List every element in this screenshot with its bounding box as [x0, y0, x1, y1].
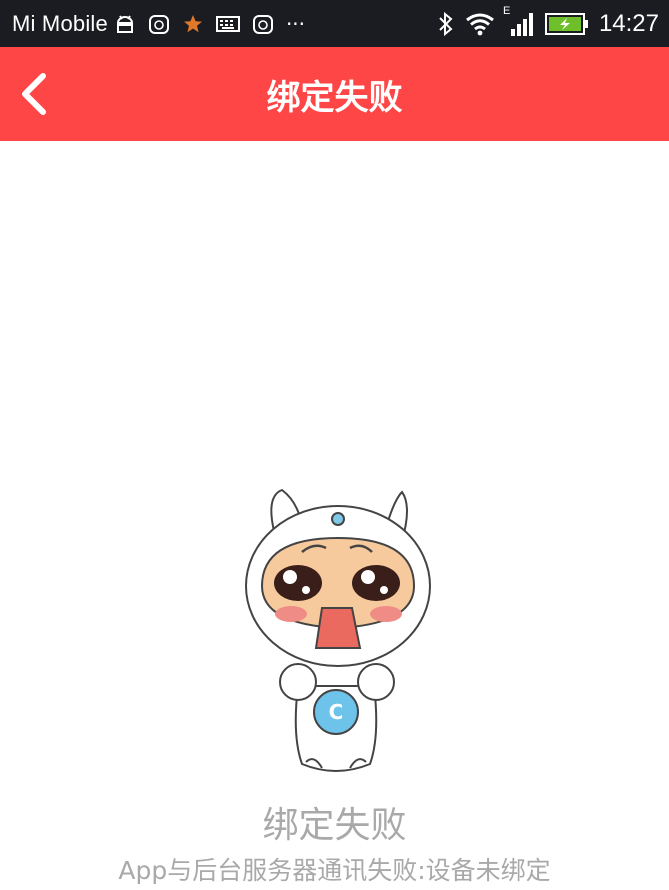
app-bar: 绑定失败 — [0, 47, 669, 141]
main-content: C 绑定失败 App与后台服务器通讯失败:设备未绑定 — [0, 141, 669, 890]
carrier-name: Mi Mobile — [12, 10, 108, 36]
sad-mascot-illustration: C — [236, 486, 436, 776]
star-icon — [182, 13, 204, 35]
huawei-notification-icon — [148, 13, 170, 35]
android-debug-icon — [114, 13, 136, 35]
status-title: 绑定失败 — [262, 805, 407, 846]
network-type-label: E — [502, 4, 511, 17]
wifi-icon — [465, 12, 495, 36]
clock: 14:27 — [598, 9, 659, 37]
back-button[interactable] — [14, 71, 54, 117]
more-icon: ··· — [285, 11, 306, 36]
page-title: 绑定失败 — [266, 77, 403, 118]
mascot-badge-letter: C — [329, 700, 344, 724]
bluetooth-icon — [437, 11, 455, 37]
status-detail: App与后台服务器通讯失败:设备未绑定 — [118, 856, 551, 885]
system-icons: E 14:27 — [437, 5, 659, 38]
signal-icon: E — [503, 5, 535, 37]
keyboard-icon — [215, 14, 240, 34]
huawei-notification-icon — [252, 13, 274, 35]
status-bar: Mi Mobile ··· E 14:27 — [0, 0, 669, 47]
chevron-left-icon — [22, 73, 46, 115]
battery-charging-icon — [544, 12, 589, 36]
notification-icons: ··· — [114, 12, 305, 36]
